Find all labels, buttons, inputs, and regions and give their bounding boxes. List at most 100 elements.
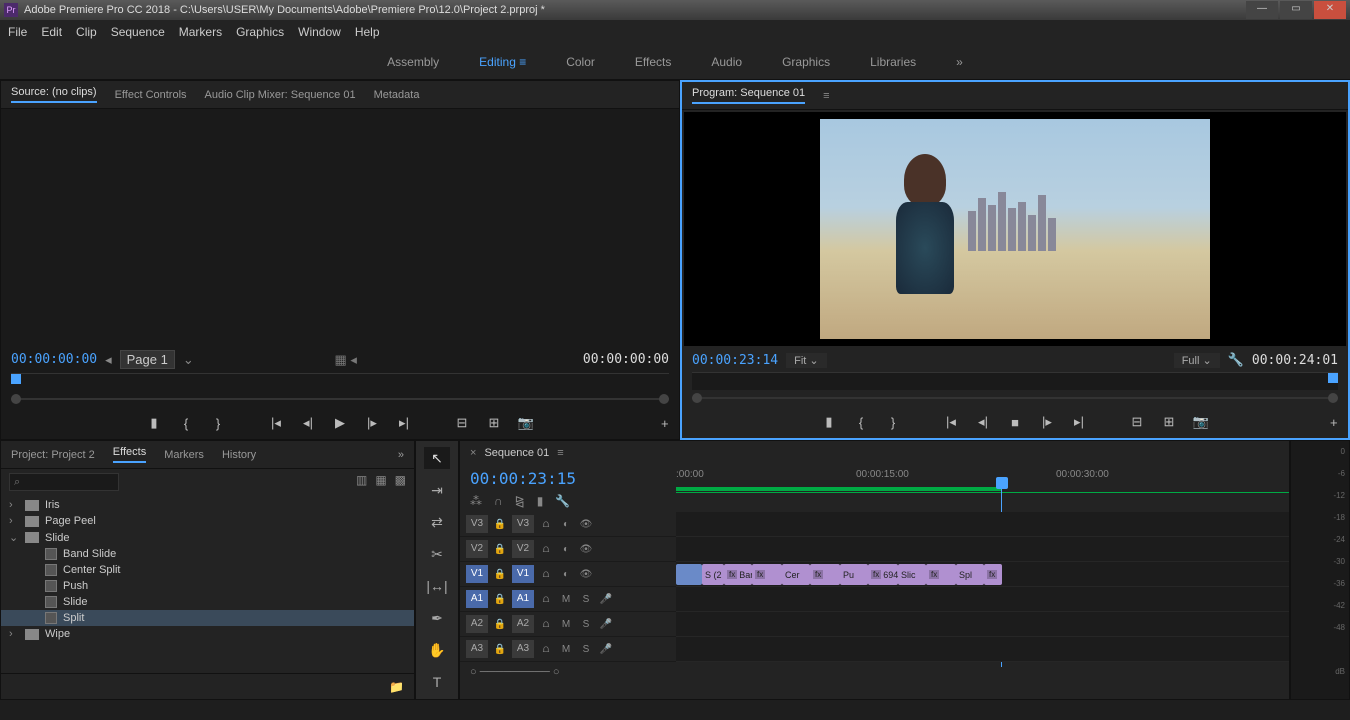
track-header[interactable]: A2🔒A2⩍MS🎤 (460, 612, 676, 637)
goto-in-button[interactable]: |◂ (267, 415, 285, 431)
in-button[interactable]: { (177, 416, 195, 431)
track-lane[interactable] (676, 637, 1289, 662)
source-tab[interactable]: Metadata (374, 89, 420, 101)
workspace-color[interactable]: Color (566, 55, 595, 69)
maximize-button[interactable]: ▭ (1280, 1, 1312, 19)
program-scroll[interactable] (692, 392, 1338, 404)
timeline-zoom[interactable]: ○ ───────── ○ (470, 666, 560, 678)
program-monitor[interactable] (684, 112, 1346, 346)
goto-in-button[interactable]: |◂ (942, 414, 960, 430)
workspace-audio[interactable]: Audio (711, 55, 742, 69)
clip[interactable]: Spl (956, 564, 984, 585)
hand-tool[interactable]: ✋ (424, 639, 450, 661)
source-tab[interactable]: Audio Clip Mixer: Sequence 01 (205, 89, 356, 101)
add-control-button[interactable]: + (1330, 415, 1348, 430)
page-prev[interactable]: ◂ (105, 352, 112, 368)
in-button[interactable]: { (852, 415, 870, 430)
effects-folder[interactable]: ›Page Peel (1, 513, 414, 529)
src-settings-icon[interactable]: ▦ ◂ (334, 352, 356, 368)
razor-tool[interactable]: ✂ (424, 543, 450, 565)
track-header[interactable]: V1🔒V1⩍◐👁 (460, 562, 676, 587)
workspace-effects[interactable]: Effects (635, 55, 671, 69)
resolution-select[interactable]: Full ⌄ (1174, 353, 1220, 368)
effect-item[interactable]: Band Slide (1, 546, 414, 562)
clip[interactable]: fx69478 (868, 564, 898, 585)
track-select-tool[interactable]: ⇥ (424, 479, 450, 501)
preset-icon[interactable]: ▥ (356, 473, 367, 487)
clip[interactable]: fx (752, 564, 782, 585)
clip[interactable]: Cer (782, 564, 810, 585)
track-lane[interactable] (676, 512, 1289, 537)
effects-folder[interactable]: ›Iris (1, 497, 414, 513)
play-button[interactable]: ▶ (331, 415, 349, 431)
workspace-overflow[interactable]: » (956, 55, 963, 69)
source-tc-in[interactable]: 00:00:00:00 (11, 352, 97, 367)
program-tab[interactable]: Program: Sequence 01 (692, 87, 805, 104)
menu-graphics[interactable]: Graphics (236, 25, 284, 39)
step-back-button[interactable]: ◂| (974, 414, 992, 430)
project-tab[interactable]: Project: Project 2 (11, 449, 95, 461)
program-ruler[interactable] (692, 372, 1338, 390)
sequence-tab[interactable]: Sequence 01 (484, 447, 549, 459)
page-dropdown[interactable]: ⌄ (183, 352, 194, 368)
panel-menu-icon[interactable]: ≡ (557, 447, 563, 459)
workspace-libraries[interactable]: Libraries (870, 55, 916, 69)
effects-folder[interactable]: ›Wipe (1, 626, 414, 642)
out-button[interactable]: } (884, 415, 902, 430)
program-tc-duration[interactable]: 00:00:24:01 (1252, 353, 1338, 368)
extract-button[interactable]: ⊞ (1160, 414, 1178, 430)
close-button[interactable]: ✕ (1314, 1, 1346, 19)
menu-window[interactable]: Window (298, 25, 341, 39)
goto-out-button[interactable]: ▸| (395, 415, 413, 431)
minimize-button[interactable]: — (1246, 1, 1278, 19)
ripple-tool[interactable]: ⇄ (424, 511, 450, 533)
track-body[interactable]: S (2fxBarfxCerfxPufx69478SlicfxSplfx (676, 512, 1289, 662)
marker-button[interactable]: ▮ (145, 415, 163, 431)
track-lane[interactable] (676, 587, 1289, 612)
clip[interactable]: fx (984, 564, 1002, 585)
type-tool[interactable]: T (424, 671, 450, 693)
clip[interactable]: S (2 (702, 564, 724, 585)
menu-help[interactable]: Help (355, 25, 380, 39)
workspace-assembly[interactable]: Assembly (387, 55, 439, 69)
timeline-tc[interactable]: 00:00:23:15 (470, 469, 666, 488)
menu-clip[interactable]: Clip (76, 25, 97, 39)
timeline-ruler[interactable]: :00:0000:00:15:0000:00:30:00 (676, 465, 1289, 493)
track-header[interactable]: V2🔒V2⩍◐👁 (460, 537, 676, 562)
project-tab[interactable]: History (222, 449, 256, 461)
effect-item[interactable]: Center Split (1, 562, 414, 578)
close-seq-button[interactable]: × (470, 447, 476, 459)
goto-out-button[interactable]: ▸| (1070, 414, 1088, 430)
effect-item[interactable]: Split (1, 610, 414, 626)
marker-icon[interactable]: ⧎ (515, 494, 525, 508)
track-header[interactable]: A1🔒A1⩍MS🎤 (460, 587, 676, 612)
selection-tool[interactable]: ↖ (424, 447, 450, 469)
clip[interactable]: fx (810, 564, 840, 585)
lift-button[interactable]: ⊟ (1128, 414, 1146, 430)
marker-button[interactable]: ▮ (820, 414, 838, 430)
source-tc-out[interactable]: 00:00:00:00 (583, 352, 669, 367)
out-button[interactable]: } (209, 416, 227, 431)
wrench-icon[interactable]: 🔧 (555, 494, 570, 508)
overwrite-button[interactable]: ⊞ (485, 415, 503, 431)
project-tab[interactable]: Markers (164, 449, 204, 461)
track-header[interactable]: A3🔒A3⩍MS🎤 (460, 637, 676, 662)
pen-tool[interactable]: ✒ (424, 607, 450, 629)
step-fwd-button[interactable]: |▸ (1038, 414, 1056, 430)
menu-file[interactable]: File (8, 25, 27, 39)
settings-icon[interactable]: 🔧 (1228, 352, 1244, 368)
clip[interactable]: Slic (898, 564, 926, 585)
add-control-button[interactable]: + (661, 416, 679, 431)
clip[interactable]: fxBar (724, 564, 752, 585)
source-tab[interactable]: Effect Controls (115, 89, 187, 101)
clip[interactable] (676, 564, 702, 585)
source-ruler[interactable] (11, 373, 669, 391)
source-monitor[interactable] (1, 109, 679, 346)
zoom-fit-select[interactable]: Fit ⌄ (786, 353, 827, 368)
panel-menu-icon[interactable]: ≡ (823, 90, 829, 102)
snap-icon[interactable]: ⁂ (470, 494, 482, 508)
effects-search-input[interactable] (9, 473, 119, 491)
track-lane[interactable] (676, 612, 1289, 637)
track-header[interactable]: V3🔒V3⩍◐👁 (460, 512, 676, 537)
insert-button[interactable]: ⊟ (453, 415, 471, 431)
